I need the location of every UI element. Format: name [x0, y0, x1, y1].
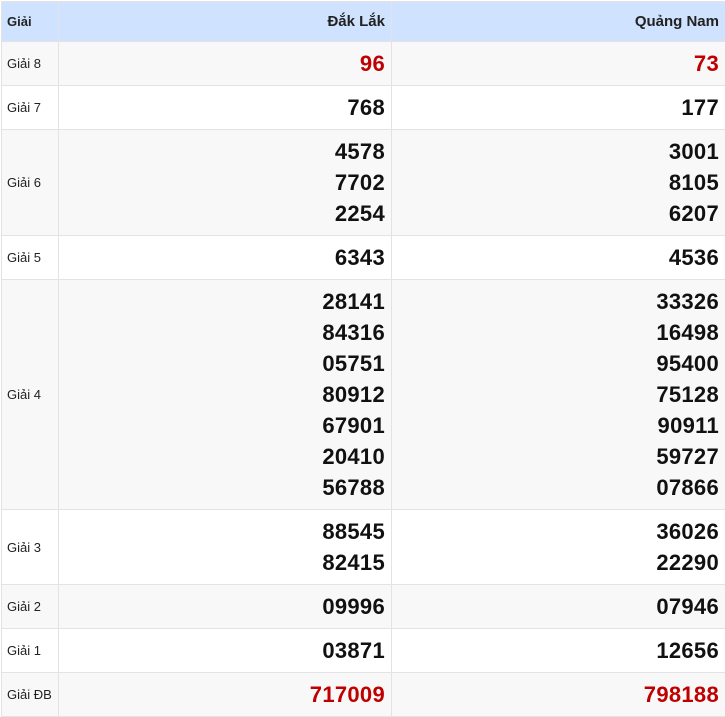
prize-label: Giải 6 — [2, 130, 59, 236]
dak-lak-numbers-cell: 28141843160575180912679012041056788 — [59, 280, 392, 510]
winning-number: 3001 — [398, 136, 719, 167]
results-header: Giải Đắk Lắk Quảng Nam — [2, 2, 725, 42]
winning-number: 73 — [398, 48, 719, 79]
winning-number: 20410 — [65, 441, 385, 472]
dak-lak-numbers-cell: 717009 — [59, 673, 392, 717]
lottery-results-table: Giải Đắk Lắk Quảng Nam Giải 89673Giải 77… — [1, 1, 725, 717]
dak-lak-numbers-cell: 6343 — [59, 236, 392, 280]
quang-nam-numbers-cell: 177 — [392, 86, 725, 130]
winning-number: 84316 — [65, 317, 385, 348]
prize-row: Giải 6457877022254300181056207 — [2, 130, 725, 236]
dak-lak-numbers-cell: 8854582415 — [59, 510, 392, 585]
dak-lak-numbers-cell: 96 — [59, 42, 392, 86]
winning-number: 05751 — [65, 348, 385, 379]
winning-number: 28141 — [65, 286, 385, 317]
winning-number: 95400 — [398, 348, 719, 379]
quang-nam-numbers-cell: 07946 — [392, 585, 725, 629]
winning-number: 798188 — [398, 679, 719, 710]
winning-number: 36026 — [398, 516, 719, 547]
winning-number: 6207 — [398, 198, 719, 229]
prize-label: Giải 4 — [2, 280, 59, 510]
province-header-dak-lak[interactable]: Đắk Lắk — [59, 2, 392, 42]
winning-number: 4578 — [65, 136, 385, 167]
prize-row: Giải 103871 12656 — [2, 629, 725, 673]
quang-nam-numbers-cell: 12656 — [392, 629, 725, 673]
winning-number: 717009 — [65, 679, 385, 710]
winning-number: 75128 — [398, 379, 719, 410]
prize-label: Giải ĐB — [2, 673, 59, 717]
winning-number: 7702 — [65, 167, 385, 198]
winning-number: 768 — [65, 92, 385, 123]
winning-number: 59727 — [398, 441, 719, 472]
quang-nam-numbers-cell: 300181056207 — [392, 130, 725, 236]
winning-number: 4536 — [398, 242, 719, 273]
winning-number: 33326 — [398, 286, 719, 317]
results-body: Giải 896 73 Giải 7768 177 Giải 6457877022254… — [2, 42, 725, 717]
dak-lak-numbers-cell: 03871 — [59, 629, 392, 673]
prize-label: Giải 3 — [2, 510, 59, 585]
prize-row: Giải 7768 177 — [2, 86, 725, 130]
prize-column-header: Giải — [2, 2, 59, 42]
prize-row: Giải 209996 07946 — [2, 585, 725, 629]
dak-lak-numbers-cell: 768 — [59, 86, 392, 130]
winning-number: 67901 — [65, 410, 385, 441]
prize-row: Giải 56343 4536 — [2, 236, 725, 280]
winning-number: 6343 — [65, 242, 385, 273]
winning-number: 56788 — [65, 472, 385, 503]
winning-number: 177 — [398, 92, 719, 123]
prize-row: Giải ĐB717009 798188 — [2, 673, 725, 717]
winning-number: 07866 — [398, 472, 719, 503]
prize-label: Giải 2 — [2, 585, 59, 629]
winning-number: 03871 — [65, 635, 385, 666]
prize-label: Giải 1 — [2, 629, 59, 673]
quang-nam-numbers-cell: 798188 — [392, 673, 725, 717]
dak-lak-numbers-cell: 09996 — [59, 585, 392, 629]
prize-row: Giải 896 73 — [2, 42, 725, 86]
winning-number: 07946 — [398, 591, 719, 622]
prize-row: Giải 388545824153602622290 — [2, 510, 725, 585]
winning-number: 12656 — [398, 635, 719, 666]
winning-number: 2254 — [65, 198, 385, 229]
quang-nam-numbers-cell: 3602622290 — [392, 510, 725, 585]
prize-label: Giải 5 — [2, 236, 59, 280]
dak-lak-numbers-cell: 457877022254 — [59, 130, 392, 236]
quang-nam-numbers-cell: 33326164989540075128909115972707866 — [392, 280, 725, 510]
winning-number: 16498 — [398, 317, 719, 348]
province-header-quang-nam[interactable]: Quảng Nam — [392, 2, 725, 42]
winning-number: 09996 — [65, 591, 385, 622]
winning-number: 82415 — [65, 547, 385, 578]
prize-row: Giải 42814184316057518091267901204105678… — [2, 280, 725, 510]
winning-number: 22290 — [398, 547, 719, 578]
prize-label: Giải 8 — [2, 42, 59, 86]
winning-number: 80912 — [65, 379, 385, 410]
winning-number: 88545 — [65, 516, 385, 547]
winning-number: 96 — [65, 48, 385, 79]
winning-number: 8105 — [398, 167, 719, 198]
winning-number: 90911 — [398, 410, 719, 441]
prize-label: Giải 7 — [2, 86, 59, 130]
quang-nam-numbers-cell: 4536 — [392, 236, 725, 280]
quang-nam-numbers-cell: 73 — [392, 42, 725, 86]
